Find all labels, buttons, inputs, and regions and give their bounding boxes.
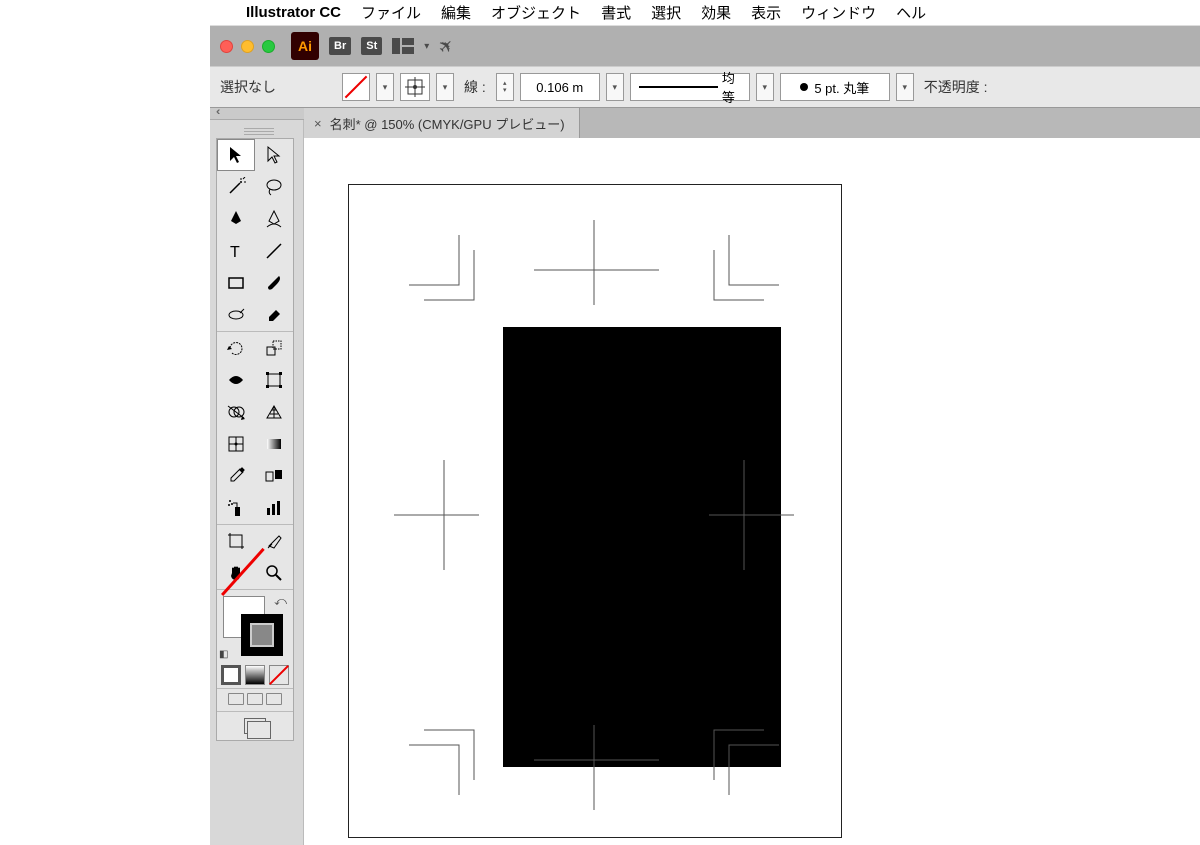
shape-builder-tool[interactable] [217,396,255,428]
eraser-tool[interactable] [255,299,293,331]
fullscreen-window-button[interactable] [262,40,275,53]
color-mode-solid[interactable] [221,665,241,685]
app-name[interactable]: Illustrator CC [246,4,341,21]
menu-effect[interactable]: 効果 [701,2,731,23]
document-tab-title: 名刺* @ 150% (CMYK/GPU プレビュー) [330,114,565,133]
brush-dot-icon [800,83,808,91]
outer-margin [0,0,210,845]
fill-swatch-none[interactable] [342,73,370,101]
column-graph-tool[interactable] [255,492,293,524]
mesh-tool[interactable] [217,428,255,460]
arrange-documents-icon[interactable] [392,38,414,54]
stroke-swatch[interactable] [241,614,283,656]
shaper-tool[interactable] [217,299,255,331]
arrange-dropdown-icon[interactable]: ▾ [424,41,429,52]
app-titlebar: Ai Br St ▾ ✈ [210,26,1200,66]
line-preview-icon [639,86,718,88]
stroke-align-icon[interactable] [400,73,430,101]
rectangle-tool[interactable] [217,267,255,299]
rotate-tool[interactable] [217,332,255,364]
type-tool[interactable]: T [217,235,255,267]
magic-wand-tool[interactable] [217,171,255,203]
menu-object[interactable]: オブジェクト [491,2,581,23]
close-tab-icon[interactable]: × [314,116,322,131]
swap-fill-stroke-icon[interactable]: ⤺ [274,594,287,609]
width-tool[interactable] [217,364,255,396]
minimize-window-button[interactable] [241,40,254,53]
zoom-tool[interactable] [255,557,293,589]
window-controls [220,40,275,53]
document-tabbar: × 名刺* @ 150% (CMYK/GPU プレビュー) [304,108,1200,138]
default-fill-stroke-icon[interactable]: ◧ [219,649,228,660]
draw-behind-icon[interactable] [247,693,263,705]
stroke-profile-label: 均等 [722,68,745,106]
menu-view[interactable]: 表示 [751,2,781,23]
selection-tool[interactable] [217,139,255,171]
artboard[interactable] [348,184,842,838]
menu-file[interactable]: ファイル [361,2,421,23]
stroke-weight-input[interactable]: 0.106 m [520,73,600,101]
color-mode-gradient[interactable] [245,665,265,685]
stroke-weight-dropdown[interactable]: ▾ [606,73,624,101]
artboard-tool[interactable] [217,525,255,557]
menu-edit[interactable]: 編集 [441,2,471,23]
symbol-sprayer-tool[interactable] [217,492,255,524]
menu-select[interactable]: 選択 [651,2,681,23]
close-window-button[interactable] [220,40,233,53]
menu-help[interactable]: ヘル [896,2,926,23]
perspective-grid-tool[interactable] [255,396,293,428]
control-bar: 選択なし ▾ ▾ 線 : ▴▾ 0.106 m ▾ 均等 ▾ 5 pt. 丸筆 … [210,66,1200,108]
stroke-profile[interactable]: 均等 [630,73,750,101]
free-transform-tool[interactable] [255,364,293,396]
brush-dropdown[interactable]: ▾ [896,73,914,101]
pen-tool[interactable] [217,203,255,235]
dock-handle-icon[interactable] [244,128,274,135]
menu-window[interactable]: ウィンドウ [801,2,876,23]
fill-dropdown[interactable]: ▾ [376,73,394,101]
draw-inside-icon[interactable] [266,693,282,705]
eyedropper-tool[interactable] [217,460,255,492]
line-tool[interactable] [255,235,293,267]
curvature-tool[interactable] [255,203,293,235]
menu-type[interactable]: 書式 [601,2,631,23]
stroke-stepper[interactable]: ▴▾ [496,73,514,101]
gpu-performance-icon[interactable]: ✈ [434,33,460,59]
screen-mode-row [217,689,293,711]
document-tab[interactable]: × 名刺* @ 150% (CMYK/GPU プレビュー) [304,108,580,138]
draw-normal-icon[interactable] [228,693,244,705]
brush-definition[interactable]: 5 pt. 丸筆 [780,73,890,101]
color-mode-row [217,662,293,688]
color-mode-none[interactable] [269,665,289,685]
opacity-label: 不透明度 : [924,77,988,97]
canvas[interactable] [304,138,1200,845]
svg-text:T: T [230,244,240,261]
lasso-tool[interactable] [255,171,293,203]
selection-status: 選択なし [220,77,276,97]
stroke-label: 線 : [464,77,486,97]
brush-label: 5 pt. 丸筆 [814,78,869,97]
blend-tool[interactable] [255,460,293,492]
stroke-profile-dropdown[interactable]: ▾ [756,73,774,101]
dock-collapse-icon[interactable] [210,108,304,120]
paintbrush-tool[interactable] [255,267,293,299]
screen-mode-icon[interactable] [244,718,266,734]
scale-tool[interactable] [255,332,293,364]
direct-selection-tool[interactable] [255,139,293,171]
gradient-tool[interactable] [255,428,293,460]
bridge-badge[interactable]: Br [329,37,351,55]
stroke-align-dropdown[interactable]: ▾ [436,73,454,101]
illustrator-app-icon: Ai [291,32,319,60]
fill-stroke-control[interactable]: ⤺ ◧ [217,590,293,662]
crop-marks [349,185,843,839]
tools-panel: T ⤺ ◧ [216,138,294,741]
stock-badge[interactable]: St [361,37,382,55]
mac-menubar: Illustrator CC ファイル 編集 オブジェクト 書式 選択 効果 表… [210,0,1200,26]
